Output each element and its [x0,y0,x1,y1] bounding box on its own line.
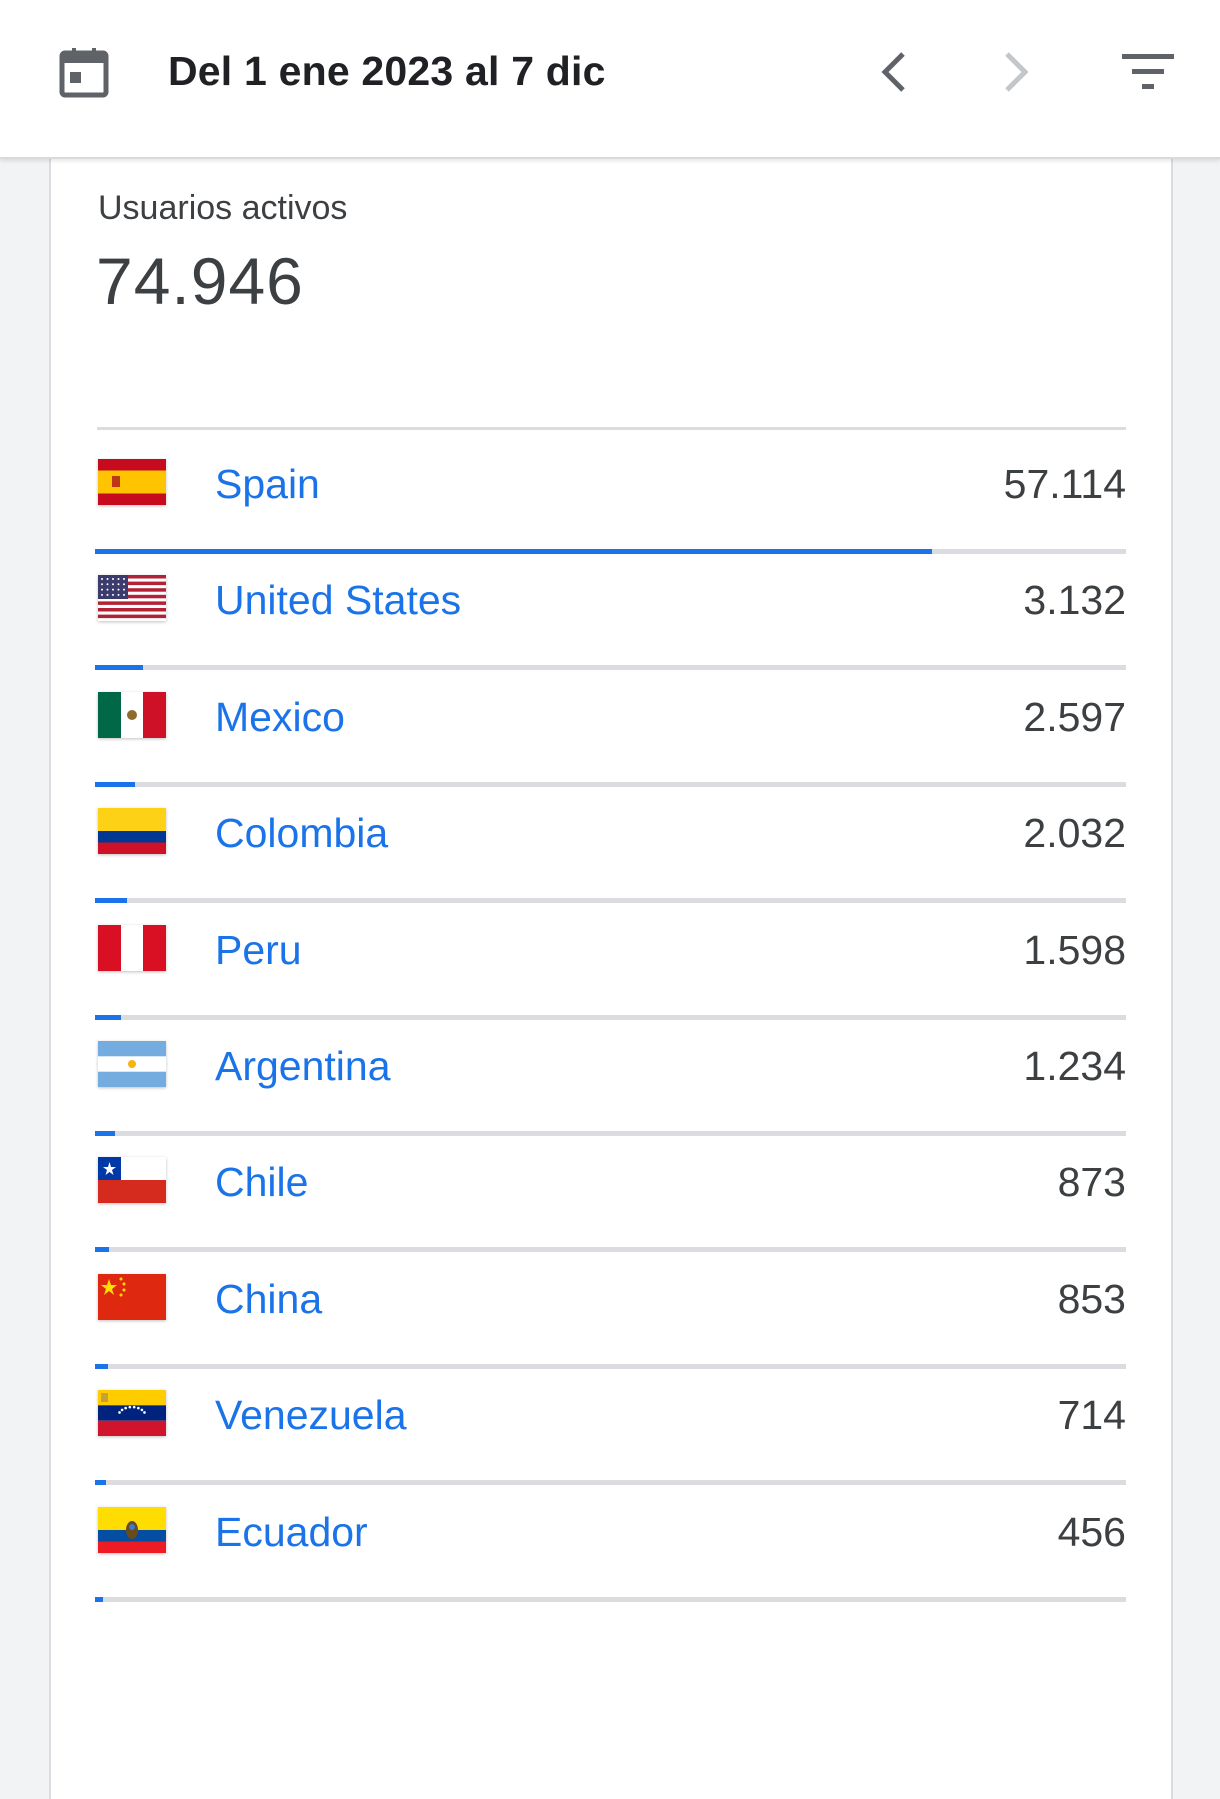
chevron-left-icon [881,52,905,92]
country-row-colombia[interactable]: Colombia 2.032 [95,778,1126,910]
united-states-flag-icon [98,575,166,622]
date-range-label[interactable]: Del 1 ene 2023 al 7 dic [168,48,606,95]
country-name-link[interactable]: Peru [215,927,302,974]
country-value: 456 [1057,1508,1126,1555]
metric-value: 74.946 [96,244,304,318]
previous-period-button[interactable] [863,40,927,104]
country-value: 57.114 [1003,461,1126,507]
top-app-bar: Del 1 ene 2023 al 7 dic [0,0,1220,159]
country-value: 714 [1057,1392,1126,1439]
chile-flag-icon [98,1157,166,1204]
country-name-link[interactable]: Argentina [215,1043,391,1090]
country-name-link[interactable]: Spain [215,461,320,508]
country-value: 873 [1057,1159,1126,1206]
country-value: 3.132 [1023,577,1126,624]
country-row-mexico[interactable]: Mexico 2.597 [95,662,1126,794]
country-name-link[interactable]: Chile [215,1159,308,1206]
chevron-right-icon [1005,52,1029,92]
ecuador-flag-icon [98,1506,166,1553]
active-users-card: Usuarios activos 74.946 Spain 57.114 Unite… [49,159,1173,1799]
country-name-link[interactable]: United States [215,577,461,624]
argentina-flag-icon [98,1041,166,1087]
country-row-venezuela[interactable]: Venezuela 714 [95,1360,1126,1492]
country-name-link[interactable]: China [215,1276,322,1323]
country-name-link[interactable]: Mexico [215,694,345,741]
country-row-spain[interactable]: Spain 57.114 [95,429,1126,561]
venezuela-flag-icon [98,1390,166,1437]
country-name-link[interactable]: Colombia [215,810,388,857]
colombia-flag-icon [98,808,166,855]
share-bar-fill [95,1596,104,1602]
metric-label: Usuarios activos [98,189,348,227]
country-row-ecuador[interactable]: Ecuador 456 [95,1477,1126,1609]
country-row-chile[interactable]: Chile 873 [95,1127,1126,1259]
country-name-link[interactable]: Venezuela [215,1392,407,1439]
country-name-link[interactable]: Ecuador [215,1509,368,1556]
country-value: 853 [1057,1275,1126,1322]
country-value: 2.032 [1023,810,1126,857]
country-row-argentina[interactable]: Argentina 1.234 [95,1011,1126,1143]
filter-button[interactable] [1115,40,1181,104]
country-row-china[interactable]: China 853 [95,1244,1126,1376]
calendar-icon[interactable] [58,46,110,98]
country-row-united-states[interactable]: United States 3.132 [95,545,1126,677]
filter-icon [1122,54,1174,89]
country-value: 1.234 [1023,1043,1126,1089]
share-bar-track [95,1596,1126,1602]
mexico-flag-icon [98,691,166,738]
country-value: 1.598 [1023,926,1126,973]
next-period-button[interactable] [983,40,1047,104]
country-value: 2.597 [1023,693,1126,740]
peru-flag-icon [98,924,166,971]
spain-flag-icon [98,459,166,505]
china-flag-icon [98,1273,166,1320]
country-row-peru[interactable]: Peru 1.598 [95,895,1126,1027]
